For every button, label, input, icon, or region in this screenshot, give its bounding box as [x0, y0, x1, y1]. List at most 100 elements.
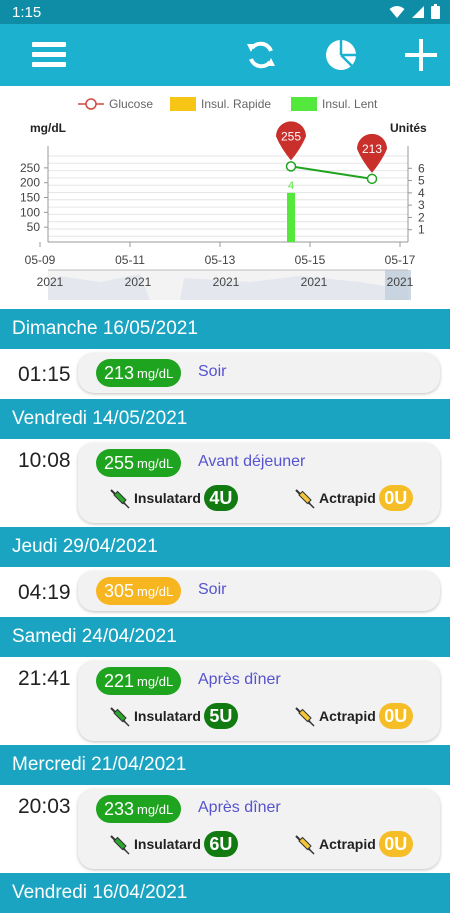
day-header: Dimanche 16/05/2021 [0, 309, 450, 349]
day-header: Mercredi 21/04/2021 [0, 745, 450, 785]
entry-time: 21:41 [18, 667, 71, 690]
navigator-year-label: 2021 [387, 275, 414, 289]
insulin-slow-dose: 5U [203, 703, 238, 729]
entry-time: 20:03 [18, 795, 71, 818]
insulin-rapid-dose: 0U [378, 831, 413, 857]
glucose-value: 221 [104, 670, 135, 691]
y-left-tick-label: 100 [20, 205, 40, 219]
insulin-slow: Insulatard 6U [108, 831, 238, 857]
insulin-rapid-dose: 0U [378, 703, 413, 729]
legend-rapid-label: Insul. Rapide [201, 97, 271, 111]
statistics-button[interactable] [318, 32, 364, 78]
day-header: Jeudi 29/04/2021 [0, 527, 450, 567]
navigator-year-label: 2021 [37, 275, 64, 289]
glucose-value: 255 [104, 452, 135, 473]
glucose-value-pill: 255 mg/dL [96, 449, 182, 477]
insulin-slow: Insulatard 5U [108, 703, 238, 729]
insulin-rapid-name: Actrapid [319, 490, 376, 506]
menu-icon [32, 42, 66, 67]
meal-period: Après dîner [198, 799, 281, 816]
add-button[interactable] [398, 32, 444, 78]
syringe-icon [110, 707, 130, 727]
y-left-tick-label: 200 [20, 176, 40, 190]
app-toolbar [0, 24, 450, 86]
x-tick-label: 05-17 [385, 253, 416, 267]
legend-glucose-marker [85, 98, 97, 110]
glucose-value-pill: 221 mg/dL [96, 667, 182, 695]
glucose-value-pill: 213 mg/dL [96, 359, 182, 387]
y-left-tick-label: 250 [20, 161, 40, 175]
entry-time: 10:08 [18, 449, 71, 472]
glucose-value-pill: 305 mg/dL [96, 577, 182, 605]
sync-button[interactable] [238, 32, 284, 78]
insulin-slow-label: 4 [288, 180, 294, 192]
y-axis-right-title: Unités [390, 121, 427, 135]
glucose-value: 233 [104, 798, 135, 819]
day-header: Vendredi 16/04/2021 [0, 873, 450, 913]
entry-card[interactable]: 255 mg/dL Avant déjeuner Insulatard 4U Actrap… [78, 443, 440, 523]
navigator-year-label: 2021 [301, 275, 328, 289]
entry-card[interactable]: 221 mg/dL Après dîner Insulatard 5U Actrapid 0… [78, 661, 440, 741]
glucose-pin-label: 213 [362, 142, 382, 156]
entry-card[interactable]: 305 mg/dL Soir [78, 571, 440, 611]
meal-period: Après dîner [198, 671, 281, 688]
insulin-rapid-name: Actrapid [319, 836, 376, 852]
entries-list[interactable]: Dimanche 16/05/2021 01:15 213 mg/dL Soir Vend… [0, 309, 450, 913]
entry-row[interactable]: 20:03 233 mg/dL Après dîner Insulatard 6U Actr… [0, 785, 450, 873]
x-tick-label: 05-11 [115, 253, 145, 267]
entry-row[interactable]: 01:15 213 mg/dL Soir [0, 349, 450, 399]
glucose-unit: mg/dL [137, 455, 174, 471]
glucose-unit: mg/dL [137, 583, 174, 599]
insulin-slow-dose: 4U [203, 485, 238, 511]
navigator-year-label: 2021 [125, 275, 152, 289]
insulin-rapid: Actrapid 0U [293, 831, 413, 857]
x-tick-label: 05-09 [25, 253, 56, 267]
chart-svg[interactable]: Glucose Insul. Rapide Insul. Lent mg/dL Unit… [0, 86, 450, 308]
entry-card[interactable]: 233 mg/dL Après dîner Insulatard 6U Actrapid 0… [78, 789, 440, 869]
legend-glucose-label: Glucose [109, 97, 153, 111]
syringe-icon [295, 489, 315, 509]
legend-slow-swatch [291, 97, 317, 111]
insulin-rapid: Actrapid 0U [293, 703, 413, 729]
menu-button[interactable] [26, 32, 72, 78]
glucose-chart[interactable]: Glucose Insul. Rapide Insul. Lent mg/dL Unit… [0, 86, 450, 308]
meal-period: Avant déjeuner [198, 453, 306, 470]
insulin-slow-name: Insulatard [134, 708, 201, 724]
glucose-value: 305 [104, 580, 135, 601]
insulin-slow: Insulatard 4U [108, 485, 238, 511]
insulin-slow-name: Insulatard [134, 490, 201, 506]
x-tick-label: 05-15 [295, 253, 326, 267]
insulin-slow-dose: 6U [203, 831, 238, 857]
day-header: Samedi 24/04/2021 [0, 617, 450, 657]
entry-time: 04:19 [18, 581, 71, 604]
glucose-unit: mg/dL [137, 673, 174, 689]
y-left-tick-label: 150 [20, 191, 40, 205]
navigator-year-label: 2021 [213, 275, 240, 289]
signal-icon [412, 5, 424, 18]
entry-row[interactable]: 21:41 221 mg/dL Après dîner Insulatard 5U Actr… [0, 657, 450, 745]
insulin-slow-name: Insulatard [134, 836, 201, 852]
y-axis-left-title: mg/dL [30, 121, 66, 135]
glucose-line [290, 165, 373, 180]
status-icons [389, 4, 440, 19]
glucose-value: 213 [104, 362, 135, 383]
pie-chart-icon [326, 40, 356, 70]
syringe-icon [295, 707, 315, 727]
glucose-unit: mg/dL [137, 365, 174, 381]
syringe-icon [295, 835, 315, 855]
meal-period: Soir [198, 581, 227, 598]
status-time: 1:15 [12, 4, 42, 21]
insulin-rapid: Actrapid 0U [293, 485, 413, 511]
glucose-unit: mg/dL [137, 801, 174, 817]
battery-icon [431, 4, 440, 19]
glucose-point [285, 161, 297, 172]
entry-card[interactable]: 213 mg/dL Soir [78, 353, 440, 393]
insulin-rapid-dose: 0U [378, 485, 413, 511]
entry-row[interactable]: 10:08 255 mg/dL Avant déjeuner Insulatard 4U A… [0, 439, 450, 527]
glucose-value-pill: 233 mg/dL [96, 795, 182, 823]
y-right-tick-label: 1 [418, 223, 425, 237]
meal-period: Soir [198, 363, 227, 380]
entry-row[interactable]: 04:19 305 mg/dL Soir [0, 567, 450, 617]
x-tick-label: 05-13 [205, 253, 236, 267]
entry-time: 01:15 [18, 363, 71, 386]
